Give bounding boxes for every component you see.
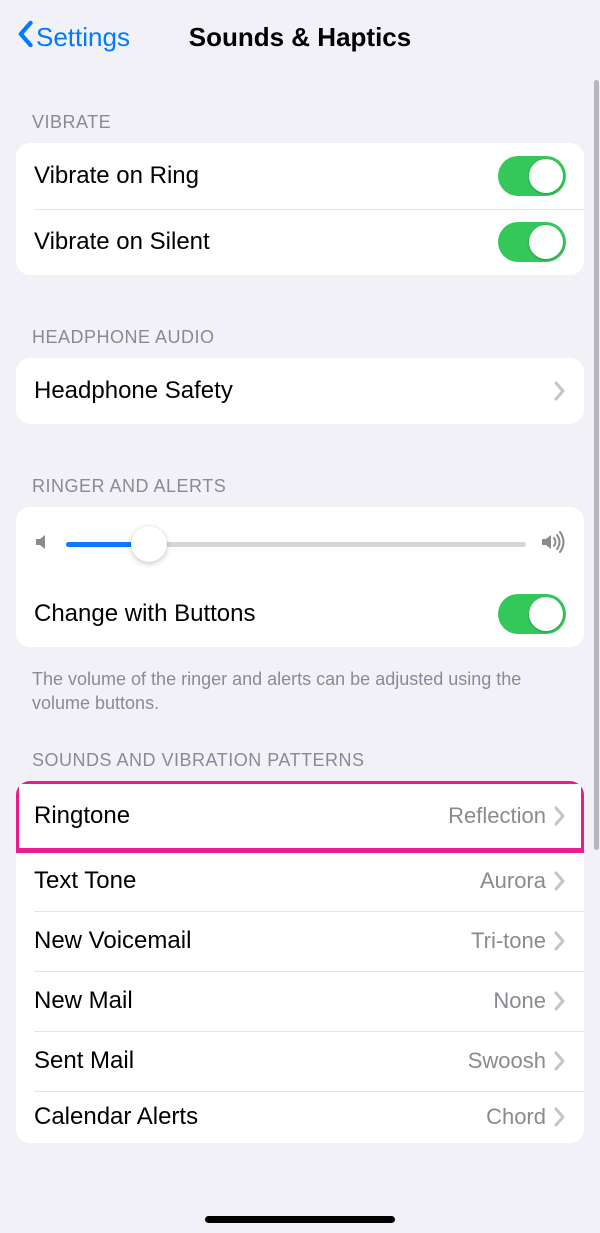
row-calendar-alerts[interactable]: Calendar Alerts Chord xyxy=(16,1091,584,1143)
row-label: New Mail xyxy=(34,987,133,1015)
row-label: Text Tone xyxy=(34,867,136,895)
section-header-ringer: RINGER AND ALERTS xyxy=(16,476,584,507)
row-label: Calendar Alerts xyxy=(34,1103,198,1131)
slider-thumb[interactable] xyxy=(131,526,167,562)
row-vibrate-on-ring[interactable]: Vibrate on Ring xyxy=(16,143,584,209)
toggle-change-with-buttons[interactable] xyxy=(498,594,566,634)
row-value: Reflection xyxy=(448,803,546,829)
volume-slider[interactable] xyxy=(66,542,526,547)
row-value: Aurora xyxy=(480,868,546,894)
chevron-right-icon xyxy=(554,991,566,1011)
row-text-tone[interactable]: Text Tone Aurora xyxy=(16,851,584,911)
group-sounds: Ringtone Reflection Text Tone Aurora New… xyxy=(16,781,584,1143)
row-headphone-safety[interactable]: Headphone Safety xyxy=(16,358,584,424)
row-volume-slider xyxy=(16,507,584,581)
row-value: Chord xyxy=(486,1104,546,1130)
chevron-right-icon xyxy=(554,806,566,826)
chevron-right-icon xyxy=(554,1107,566,1127)
chevron-right-icon xyxy=(554,1051,566,1071)
scrollbar[interactable] xyxy=(594,80,599,850)
chevron-right-icon xyxy=(554,381,566,401)
row-label: New Voicemail xyxy=(34,927,191,955)
row-new-mail[interactable]: New Mail None xyxy=(16,971,584,1031)
speaker-high-icon xyxy=(540,531,566,558)
back-label: Settings xyxy=(36,22,130,53)
row-label: Vibrate on Ring xyxy=(34,162,199,190)
chevron-left-icon xyxy=(16,20,34,55)
section-footer-ringer: The volume of the ringer and alerts can … xyxy=(16,657,584,716)
group-headphone: Headphone Safety xyxy=(16,358,584,424)
row-label: Vibrate on Silent xyxy=(34,228,210,256)
row-value: None xyxy=(493,988,546,1014)
group-vibrate: Vibrate on Ring Vibrate on Silent xyxy=(16,143,584,275)
row-new-voicemail[interactable]: New Voicemail Tri-tone xyxy=(16,911,584,971)
chevron-right-icon xyxy=(554,931,566,951)
chevron-right-icon xyxy=(554,871,566,891)
toggle-vibrate-on-ring[interactable] xyxy=(498,156,566,196)
row-label: Sent Mail xyxy=(34,1047,134,1075)
row-change-with-buttons[interactable]: Change with Buttons xyxy=(16,581,584,647)
section-header-sounds: SOUNDS AND VIBRATION PATTERNS xyxy=(16,750,584,781)
row-value: Swoosh xyxy=(468,1048,546,1074)
row-ringtone[interactable]: Ringtone Reflection xyxy=(16,781,584,851)
row-sent-mail[interactable]: Sent Mail Swoosh xyxy=(16,1031,584,1091)
row-label: Ringtone xyxy=(34,802,130,830)
back-button[interactable]: Settings xyxy=(16,20,130,55)
section-header-vibrate: VIBRATE xyxy=(16,112,584,143)
row-label: Headphone Safety xyxy=(34,377,233,405)
speaker-low-icon xyxy=(34,532,52,557)
home-indicator[interactable] xyxy=(205,1216,395,1223)
toggle-vibrate-on-silent[interactable] xyxy=(498,222,566,262)
navigation-bar: Settings Sounds & Haptics xyxy=(16,0,584,56)
row-label: Change with Buttons xyxy=(34,600,255,628)
group-ringer: Change with Buttons xyxy=(16,507,584,647)
section-header-headphone: HEADPHONE AUDIO xyxy=(16,327,584,358)
row-vibrate-on-silent[interactable]: Vibrate on Silent xyxy=(16,209,584,275)
row-value: Tri-tone xyxy=(471,928,546,954)
